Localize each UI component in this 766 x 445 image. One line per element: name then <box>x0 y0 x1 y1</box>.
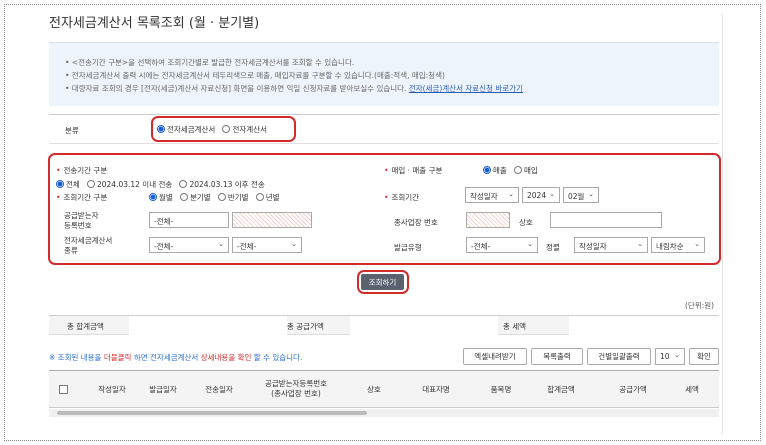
buyer-reg-label: 공급받는자 등록번호 <box>64 211 99 230</box>
category-opt1[interactable]: 전자세금계산서 <box>157 125 215 134</box>
bulk-print-button[interactable]: 건별일괄출력 <box>587 348 651 365</box>
month-select[interactable]: 02월 ⌄ <box>563 187 599 203</box>
company-input[interactable] <box>550 212 662 228</box>
radio-icon <box>217 193 226 201</box>
info-line-1: • <전송기간 구분>을 선택하여 조회기간별로 발급한 전자세금계산서를 조회… <box>65 58 355 67</box>
chevron-down-icon: ⌄ <box>588 190 594 198</box>
category-opt2[interactable]: 전자계산서 <box>222 125 267 134</box>
right-divider <box>722 14 723 434</box>
radio-icon <box>222 125 231 133</box>
chevron-down-icon: ⌄ <box>527 240 533 248</box>
radio-icon <box>179 193 188 201</box>
radio-icon <box>86 180 95 188</box>
radio-icon <box>255 193 264 201</box>
radio-selected-icon <box>483 166 491 174</box>
info-line-3: • 대량자료 조회의 경우 [전자(세금)계산서 자료신청] 화면을 이용하면 … <box>65 83 523 94</box>
category-row: 분류 <box>49 114 719 144</box>
col-send-date[interactable]: 전송일자 <box>195 385 243 395</box>
category-highlight: 전자세금계산서 전자계산서 <box>151 116 296 142</box>
page-size-select[interactable]: 10 ⌄ <box>655 348 685 365</box>
buyer-reg-select[interactable]: -전체- <box>149 212 229 228</box>
table-header: 작성일자 발급일자 전송일자 공급받는자등록번호 (종사업장 번호) 상호 대표자… <box>49 370 719 408</box>
issue-type-select[interactable]: -전체- ⌄ <box>466 237 538 253</box>
col-ceo[interactable]: 대표자명 <box>414 385 458 395</box>
col-total[interactable]: 합계금액 <box>539 385 583 395</box>
col-company[interactable]: 상호 <box>354 385 394 395</box>
radio-icon <box>179 180 188 188</box>
total-amount-label: 총 합계금액 <box>67 322 104 331</box>
invoice-type-label: 전자세금계산서 종류 <box>64 236 113 255</box>
period-type-options: 월별 분기별 반기별 년별 <box>149 192 280 203</box>
horizontal-scrollbar[interactable] <box>49 409 719 417</box>
sales-options: 매출 매입 <box>483 165 538 176</box>
confirm-button[interactable]: 확인 <box>689 348 719 365</box>
tax-amount-value <box>569 316 719 335</box>
select-all-checkbox[interactable] <box>59 385 68 394</box>
unit-text: (단위:원) <box>685 301 715 310</box>
data-request-link[interactable]: 전자(세금)계산서 자료신청 바로가기 <box>409 84 523 93</box>
col-item[interactable]: 품목명 <box>481 385 521 395</box>
category-label: 분류 <box>65 126 79 135</box>
notice-text: ※ 조회된 내용을 더블클릭 하면 전자세금계산서 상세내용을 확인 할 수 있… <box>49 353 303 362</box>
category-options: 전자세금계산서 전자계산서 <box>157 124 267 135</box>
transmit-options: 전체 2024.03.12 이내 전송 2024.03.13 이후 전송 <box>56 179 265 190</box>
col-write-date[interactable]: 작성일자 <box>87 385 137 395</box>
chevron-down-icon: ⌄ <box>508 190 514 198</box>
col-supply[interactable]: 공급가액 <box>611 385 655 395</box>
info-line-2: • 전자세금계산서 출력 시에는 전자세금계산서 테두리색으로 매출, 매입자료… <box>65 71 445 80</box>
sales-label: • 매입 · 매출 구분 <box>384 166 443 175</box>
chevron-down-icon: ⌄ <box>694 240 700 248</box>
col-buyer-reg[interactable]: 공급받는자등록번호 (종사업장 번호) <box>251 379 341 399</box>
info-line-3-text: • 대량자료 조회의 경우 [전자(세금)계산서 자료신청] 화면을 이용하면 … <box>65 84 407 93</box>
chevron-down-icon: ⌄ <box>291 240 297 248</box>
period-opt-year[interactable]: 년별 <box>255 193 280 202</box>
invoice-type-select-2[interactable]: -전체- ⌄ <box>232 237 302 253</box>
radio-selected-icon <box>157 125 165 133</box>
transmit-label: • 전송기간 구분 <box>56 166 108 175</box>
sales-opt-buy[interactable]: 매입 <box>513 166 538 175</box>
branch-input[interactable] <box>466 212 510 228</box>
period-opt-quarter[interactable]: 분기별 <box>179 193 211 202</box>
scrollbar-thumb[interactable] <box>57 411 367 415</box>
order-select[interactable]: 내림차순 ⌄ <box>651 237 705 253</box>
supply-amount-value <box>350 316 498 335</box>
chevron-down-icon: ⌄ <box>674 351 680 359</box>
period-opt-month[interactable]: 월별 <box>149 193 173 202</box>
excel-download-button[interactable]: 엑셀내려받기 <box>463 348 527 365</box>
print-list-button[interactable]: 목록출력 <box>531 348 583 365</box>
branch-label: 종사업장 번호 <box>394 218 438 227</box>
chevron-down-icon: ⌄ <box>637 240 643 248</box>
supply-amount-label: 총 공급가액 <box>287 322 324 331</box>
summary-row: 총 합계금액 총 공급가액 총 세액 <box>49 315 719 335</box>
date-type-select[interactable]: 작성일자 ⌄ <box>465 187 519 203</box>
tax-amount-label: 총 세액 <box>503 322 527 331</box>
company-label: 상호 <box>519 218 533 227</box>
info-box: • <전송기간 구분>을 선택하여 조회기간별로 발급한 전자세금계산서를 조회… <box>49 42 719 106</box>
search-button[interactable]: 조회하기 <box>361 274 404 290</box>
sales-opt-sell[interactable]: 매출 <box>483 166 507 175</box>
period-opt-half[interactable]: 반기별 <box>217 193 249 202</box>
chevron-down-icon: ⌄ <box>218 240 224 248</box>
transmit-opt-after[interactable]: 2024.03.13 이후 전송 <box>179 180 265 189</box>
total-amount-value <box>129 316 287 335</box>
sort-select[interactable]: 작성일자 ⌄ <box>574 237 648 253</box>
chevron-down-icon: ⌄ <box>549 190 555 198</box>
transmit-opt-all[interactable]: 전체 <box>56 180 80 189</box>
col-issue-date[interactable]: 발급일자 <box>143 385 183 395</box>
invoice-type-select-1[interactable]: -전체- ⌄ <box>149 237 229 253</box>
radio-selected-icon <box>149 193 157 201</box>
buyer-reg-input[interactable] <box>232 212 312 228</box>
year-select[interactable]: 2024 ⌄ <box>522 187 560 203</box>
issue-type-label: 발급유형 <box>394 243 422 252</box>
filter-panel: • 전송기간 구분 • 매입 · 매출 구분 매출 매입 전체 2024.03.12… <box>48 153 721 265</box>
period-label: • 조회기간 <box>384 193 420 202</box>
search-highlight: 조회하기 <box>357 270 409 294</box>
sort-label: 정렬 <box>546 243 560 252</box>
radio-selected-icon <box>56 180 64 188</box>
col-tax[interactable]: 세액 <box>677 385 707 395</box>
page-title: 전자세금계산서 목록조회 (월 · 분기별) <box>49 16 260 31</box>
radio-icon <box>513 166 522 174</box>
period-type-label: • 조회기간 구분 <box>56 193 108 202</box>
transmit-opt-before[interactable]: 2024.03.12 이내 전송 <box>86 180 172 189</box>
